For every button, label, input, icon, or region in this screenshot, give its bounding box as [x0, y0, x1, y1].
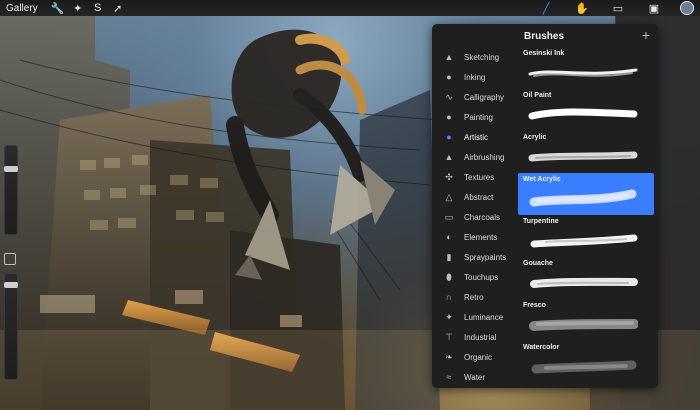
category-retro[interactable]: ∩ Retro	[432, 287, 520, 307]
category-organic[interactable]: ❧ Organic	[432, 347, 520, 367]
leaf-icon: ❧	[445, 351, 453, 362]
brushes-title: Brushes	[524, 31, 565, 42]
category-label: Textures	[464, 172, 495, 182]
transform-icon[interactable]: ➚	[108, 0, 128, 16]
anvil-icon: ⊤	[445, 331, 453, 342]
category-calligraphy[interactable]: ∿ Calligraphy	[432, 87, 520, 107]
brush-acrylic[interactable]: Acrylic	[518, 131, 654, 173]
charcoal-icon: ▭	[444, 211, 454, 222]
spray-can-icon: ▮	[446, 251, 452, 262]
brush-size-knob[interactable]	[4, 166, 18, 172]
touchup-icon: ⬮	[446, 271, 452, 282]
brush-stroke-preview	[528, 151, 638, 162]
brush-gesinski-ink[interactable]: Gesinski Ink	[518, 47, 654, 89]
brush-gouache[interactable]: Gouache	[518, 257, 654, 299]
category-label: Water	[464, 372, 486, 382]
luminance-icon: ✦	[445, 311, 453, 322]
category-inking[interactable]: ● Inking	[432, 67, 520, 87]
brush-name: Acrylic	[523, 134, 547, 141]
brush-stroke-preview	[529, 319, 638, 331]
brush-list: Gesinski Ink Oil Paint Acrylic Wet Acryl…	[518, 47, 658, 388]
category-artistic[interactable]: ● Artistic	[432, 127, 520, 147]
brush-stroke-preview	[528, 68, 638, 77]
category-label: Painting	[464, 112, 493, 122]
elements-icon: ◐	[446, 232, 452, 242]
category-label: Airbrushing	[464, 152, 505, 162]
category-textures[interactable]: ✣ Textures	[432, 167, 520, 187]
left-sidebar	[2, 145, 18, 390]
brush-stroke-preview	[531, 360, 637, 374]
eraser-icon[interactable]: ▭	[600, 0, 636, 16]
gallery-button[interactable]: Gallery	[6, 3, 38, 14]
brush-stroke-preview	[530, 234, 638, 248]
paintbrush-icon[interactable]: ╱	[528, 0, 564, 16]
airbrush-icon: ▲	[444, 152, 454, 162]
smudge-icon[interactable]: ✋	[564, 0, 600, 16]
add-brush-button[interactable]: +	[642, 27, 650, 43]
brush-categories: ▲ Sketching ● Inking ∿ Calligraphy ● Pai…	[432, 47, 520, 388]
category-label: Luminance	[464, 312, 504, 322]
brush-oil-paint[interactable]: Oil Paint	[518, 89, 654, 131]
selection-icon[interactable]: S	[88, 0, 108, 16]
artistic-drop-icon: ●	[446, 132, 452, 142]
category-label: Abstract	[464, 192, 494, 202]
category-industrial[interactable]: ⊤ Industrial	[432, 327, 520, 347]
texture-icon: ✣	[445, 171, 453, 182]
toolbar-right-group: ╱ ✋ ▭ ▣	[528, 0, 700, 16]
brush-turpentine[interactable]: Turpentine	[518, 215, 654, 257]
top-toolbar: Gallery 🔧 ✦ S ➚ ╱ ✋ ▭ ▣	[0, 0, 700, 16]
paint-drop-icon: ●	[446, 112, 452, 122]
wrench-icon[interactable]: 🔧	[48, 0, 68, 16]
brush-name: Oil Paint	[523, 92, 552, 99]
opacity-slider[interactable]	[4, 273, 18, 380]
brush-stroke-preview	[529, 189, 637, 207]
category-label: Organic	[464, 352, 493, 362]
pencil-icon: ▲	[444, 52, 454, 62]
category-touchups[interactable]: ⬮ Touchups	[432, 267, 520, 287]
brush-stroke-preview	[528, 108, 638, 120]
brush-name: Gesinski Ink	[523, 50, 565, 57]
brush-name: Gouache	[523, 260, 553, 267]
ink-drop-icon: ●	[446, 72, 452, 82]
brush-wet-acrylic[interactable]: Wet Acrylic	[518, 173, 654, 215]
brush-stroke-preview	[530, 277, 638, 288]
category-label: Spraypaints	[464, 252, 507, 262]
brush-name: Fresco	[523, 302, 546, 309]
category-label: Industrial	[464, 332, 497, 342]
water-icon: ≈	[446, 372, 452, 382]
opacity-knob[interactable]	[4, 282, 18, 288]
brush-fresco[interactable]: Fresco	[518, 299, 654, 341]
brush-watercolor[interactable]: Watercolor	[518, 341, 654, 383]
magic-wand-icon[interactable]: ✦	[68, 0, 88, 16]
color-picker-button[interactable]	[680, 1, 694, 15]
category-luminance[interactable]: ✦ Luminance	[432, 307, 520, 327]
brush-size-slider[interactable]	[4, 145, 18, 235]
category-label: Charcoals	[464, 212, 501, 222]
brush-name: Watercolor	[523, 344, 560, 351]
category-abstract[interactable]: △ Abstract	[432, 187, 520, 207]
category-label: Calligraphy	[464, 92, 505, 102]
brush-name: Turpentine	[523, 218, 559, 225]
category-painting[interactable]: ● Painting	[432, 107, 520, 127]
category-label: Inking	[464, 72, 486, 82]
category-elements[interactable]: ◐ Elements	[432, 227, 520, 247]
category-label: Artistic	[464, 132, 488, 142]
modify-button[interactable]	[4, 253, 16, 265]
brushes-panel: Brushes + ▲ Sketching ● Inking ∿ Calligr…	[432, 24, 658, 388]
category-label: Sketching	[464, 52, 500, 62]
brush-name: Wet Acrylic	[523, 176, 561, 183]
category-airbrushing[interactable]: ▲ Airbrushing	[432, 147, 520, 167]
retro-icon: ∩	[445, 292, 453, 302]
category-charcoals[interactable]: ▭ Charcoals	[432, 207, 520, 227]
calligraphy-icon: ∿	[445, 91, 453, 102]
abstract-icon: △	[445, 191, 453, 202]
category-label: Retro	[464, 292, 484, 302]
category-label: Elements	[464, 232, 498, 242]
category-water[interactable]: ≈ Water	[432, 367, 520, 387]
category-label: Touchups	[464, 272, 499, 282]
layers-icon[interactable]: ▣	[636, 0, 672, 16]
category-sketching[interactable]: ▲ Sketching	[432, 47, 520, 67]
category-spraypaints[interactable]: ▮ Spraypaints	[432, 247, 520, 267]
